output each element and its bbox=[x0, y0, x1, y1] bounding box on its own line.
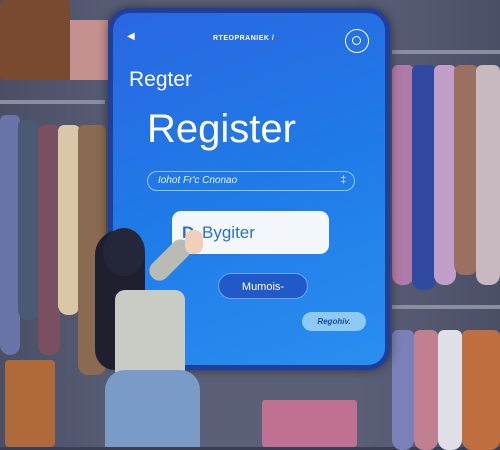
suitcase bbox=[5, 360, 55, 447]
right-clothes bbox=[392, 55, 500, 295]
input-value: Iohot Fr'c Cnonao bbox=[158, 175, 238, 186]
settings-circle-icon[interactable] bbox=[345, 29, 369, 53]
lower-right-rail bbox=[392, 305, 500, 309]
header-text: RTEOPRANIEK / bbox=[213, 35, 275, 42]
secondary-button[interactable]: Mumois- bbox=[218, 273, 308, 299]
lower-right-clothes bbox=[392, 310, 500, 450]
link-button[interactable]: Regohiv. bbox=[302, 312, 366, 331]
page-title: Register bbox=[147, 107, 296, 151]
back-icon[interactable]: ◀ bbox=[127, 31, 135, 42]
right-clothes-rail bbox=[392, 50, 500, 54]
girl-figure bbox=[85, 210, 210, 447]
hanging-jacket bbox=[0, 0, 70, 80]
text-input[interactable]: Iohot Fr'c Cnonao ‡ bbox=[147, 171, 355, 191]
shelf-box bbox=[70, 20, 108, 80]
left-clothes-rail bbox=[0, 100, 105, 104]
input-action-icon[interactable]: ‡ bbox=[340, 172, 346, 190]
small-title: Regter bbox=[129, 68, 193, 91]
stacked-boxes bbox=[262, 400, 357, 447]
